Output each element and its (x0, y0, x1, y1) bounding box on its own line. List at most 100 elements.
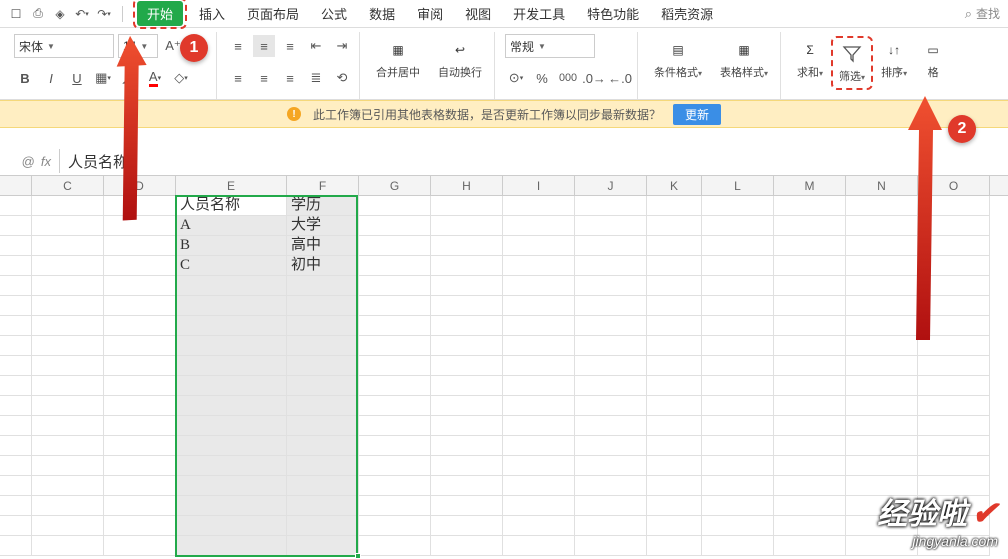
tab-start[interactable]: 开始 (137, 1, 183, 26)
cell[interactable] (702, 356, 774, 376)
align-right-icon[interactable]: ≡ (279, 67, 301, 89)
cell[interactable] (774, 496, 846, 516)
cell[interactable] (774, 376, 846, 396)
cell[interactable] (359, 456, 431, 476)
grid-body[interactable]: 人员名称学历A大学B高中C初中 (0, 196, 1008, 556)
cell[interactable] (359, 316, 431, 336)
cell[interactable] (287, 316, 359, 336)
cell[interactable] (176, 316, 287, 336)
cell[interactable] (359, 516, 431, 536)
cell[interactable] (647, 336, 702, 356)
update-button[interactable]: 更新 (673, 104, 721, 125)
cell[interactable] (104, 256, 176, 276)
cell[interactable] (359, 276, 431, 296)
cell[interactable] (774, 416, 846, 436)
cell[interactable] (0, 476, 32, 496)
column-header[interactable]: F (287, 176, 359, 195)
undo-icon[interactable]: ↶▾ (74, 6, 90, 22)
cell[interactable] (846, 376, 918, 396)
cell[interactable] (647, 216, 702, 236)
tab-review[interactable]: 审阅 (407, 0, 453, 27)
cell[interactable] (575, 236, 647, 256)
cell[interactable] (503, 216, 575, 236)
cell[interactable] (287, 416, 359, 436)
tab-formula[interactable]: 公式 (311, 0, 357, 27)
cell[interactable] (0, 256, 32, 276)
cell[interactable] (702, 336, 774, 356)
align-justify-icon[interactable]: ≣ (305, 67, 327, 89)
cell[interactable] (359, 436, 431, 456)
cell[interactable] (0, 536, 32, 556)
cell[interactable] (503, 276, 575, 296)
align-middle-icon[interactable]: ≡ (253, 35, 275, 57)
tab-data[interactable]: 数据 (359, 0, 405, 27)
cell[interactable] (431, 536, 503, 556)
cell[interactable] (647, 516, 702, 536)
cell[interactable] (431, 216, 503, 236)
cell[interactable] (647, 276, 702, 296)
cell[interactable] (104, 316, 176, 336)
cell[interactable] (359, 196, 431, 216)
preview-icon[interactable]: ◈ (52, 6, 68, 22)
format-more-button[interactable]: ▭ 格 (915, 36, 951, 82)
cell[interactable] (503, 236, 575, 256)
cell[interactable] (176, 376, 287, 396)
column-header[interactable]: G (359, 176, 431, 195)
cell[interactable] (702, 456, 774, 476)
cell[interactable] (431, 496, 503, 516)
cell[interactable] (32, 256, 104, 276)
wrap-text-button[interactable]: ↩ 自动换行 (432, 36, 488, 82)
cell[interactable] (0, 236, 32, 256)
column-header[interactable]: I (503, 176, 575, 195)
cell[interactable] (431, 516, 503, 536)
formula-input[interactable]: 人员名称 (60, 149, 1008, 173)
cell[interactable]: A (176, 216, 287, 236)
cell[interactable] (104, 476, 176, 496)
cell[interactable] (0, 316, 32, 336)
cell[interactable] (287, 376, 359, 396)
cell[interactable] (503, 396, 575, 416)
cell[interactable] (0, 296, 32, 316)
cell[interactable] (104, 356, 176, 376)
cell[interactable] (647, 196, 702, 216)
cell[interactable] (176, 296, 287, 316)
cell[interactable] (918, 436, 990, 456)
cell[interactable] (575, 336, 647, 356)
cell[interactable] (32, 396, 104, 416)
cell[interactable] (359, 256, 431, 276)
fx-icon[interactable]: fx (41, 154, 51, 169)
cell[interactable] (104, 336, 176, 356)
cell[interactable] (0, 356, 32, 376)
cell[interactable] (0, 396, 32, 416)
cell[interactable] (503, 296, 575, 316)
cell[interactable] (846, 456, 918, 476)
cell[interactable] (287, 396, 359, 416)
column-header[interactable]: J (575, 176, 647, 195)
cell[interactable] (575, 476, 647, 496)
cell[interactable] (774, 396, 846, 416)
cell[interactable] (431, 476, 503, 496)
column-header[interactable]: M (774, 176, 846, 195)
cell[interactable] (104, 396, 176, 416)
cell[interactable] (774, 356, 846, 376)
cell[interactable] (0, 496, 32, 516)
cell[interactable] (287, 356, 359, 376)
indent-inc-icon[interactable]: ⇥ (331, 35, 353, 57)
cell[interactable] (774, 296, 846, 316)
sum-button[interactable]: Σ 求和▾ (791, 36, 829, 82)
percent-icon[interactable]: % (531, 67, 553, 89)
cell[interactable]: B (176, 236, 287, 256)
cell[interactable] (702, 396, 774, 416)
align-center-icon[interactable]: ≡ (253, 67, 275, 89)
cell[interactable] (0, 196, 32, 216)
cell[interactable] (575, 216, 647, 236)
cell[interactable] (575, 456, 647, 476)
tab-docer[interactable]: 稻壳资源 (651, 0, 723, 27)
cell[interactable] (0, 516, 32, 536)
cell[interactable] (104, 496, 176, 516)
cell[interactable] (647, 416, 702, 436)
italic-icon[interactable]: I (40, 67, 62, 89)
cell[interactable] (702, 476, 774, 496)
cell[interactable] (503, 496, 575, 516)
cell[interactable] (359, 336, 431, 356)
